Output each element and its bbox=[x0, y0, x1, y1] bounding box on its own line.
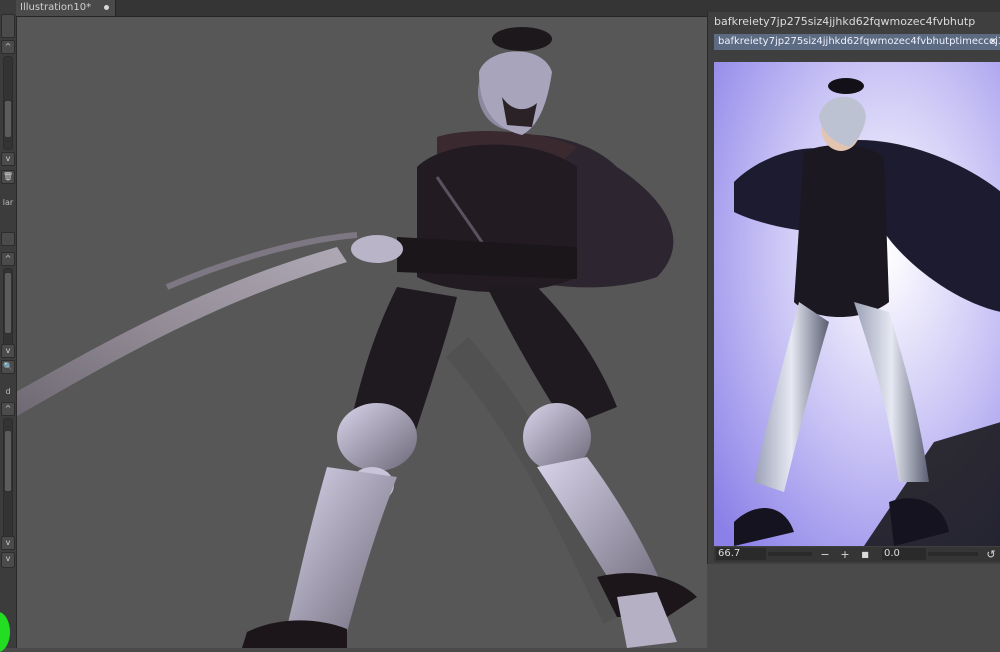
scroll-up-icon[interactable]: ^ bbox=[1, 40, 15, 54]
document-tab-label: Illustration10* bbox=[20, 2, 92, 13]
scroll-down-icon[interactable]: v bbox=[1, 152, 15, 166]
painting-artwork bbox=[17, 27, 697, 648]
trash-icon[interactable]: 🗑 bbox=[1, 170, 15, 184]
zoom-slider[interactable] bbox=[768, 552, 812, 556]
unsaved-dot-icon[interactable] bbox=[104, 5, 109, 10]
panel-label-2: d bbox=[5, 387, 11, 396]
layer-scrollbar[interactable] bbox=[3, 56, 13, 150]
zoom-input[interactable]: 66.7 bbox=[716, 548, 766, 560]
reference-tab-label: bafkreiety7jp275siz4jjhkd62fqwmozec4fvbh… bbox=[718, 36, 1000, 47]
panel-toggle-button[interactable] bbox=[1, 14, 15, 38]
tool-scrollbar[interactable] bbox=[3, 418, 13, 538]
reference-status-bar: 66.7 − + ■ 0.0 ↺ bbox=[714, 547, 1000, 562]
color-indicator[interactable] bbox=[0, 612, 10, 652]
beret-shape bbox=[492, 27, 552, 51]
zoom-out-button[interactable]: − bbox=[818, 547, 832, 562]
lock-icon[interactable] bbox=[1, 232, 15, 246]
reference-illustration bbox=[714, 62, 1000, 546]
drawing-canvas[interactable] bbox=[17, 17, 707, 648]
tab-illustration10[interactable]: Illustration10* bbox=[16, 0, 116, 16]
scrollbar-handle-3[interactable] bbox=[5, 431, 11, 491]
fit-view-button[interactable]: ■ bbox=[858, 547, 872, 562]
hand-shape bbox=[351, 235, 403, 263]
panel-label: lar bbox=[2, 198, 14, 207]
reference-panel: bafkreiety7jp275siz4jjhkd62fqwmozec4fvbh… bbox=[707, 12, 1000, 564]
rotation-slider[interactable] bbox=[928, 552, 978, 556]
scrollbar-handle[interactable] bbox=[5, 101, 11, 137]
scrollbar-handle-2[interactable] bbox=[5, 273, 11, 333]
scroll-up-icon-2[interactable]: ^ bbox=[1, 252, 15, 266]
reference-tab[interactable]: bafkreiety7jp275siz4jjhkd62fqwmozec4fvbh… bbox=[714, 34, 1000, 50]
reference-image[interactable] bbox=[714, 62, 1000, 546]
close-icon[interactable]: × bbox=[989, 34, 999, 50]
property-scrollbar[interactable] bbox=[3, 268, 13, 346]
zoom-in-button[interactable]: + bbox=[838, 547, 852, 562]
left-tool-strip: ^ v 🗑 lar ^ v 🔍 d ^ v v bbox=[0, 0, 17, 652]
left-shin bbox=[287, 467, 397, 632]
scroll-down-icon-2[interactable]: v bbox=[1, 344, 15, 358]
rotation-input[interactable]: 0.0 bbox=[882, 548, 926, 560]
ref-torso bbox=[794, 145, 889, 317]
reference-panel-title: bafkreiety7jp275siz4jjhkd62fqwmozec4fvbh… bbox=[714, 15, 976, 28]
reset-rotation-icon[interactable]: ↺ bbox=[984, 547, 998, 562]
collapse-icon[interactable]: v bbox=[1, 552, 15, 568]
scroll-up-icon-3[interactable]: ^ bbox=[1, 402, 15, 416]
search-icon[interactable]: 🔍 bbox=[1, 360, 15, 374]
blade-shape bbox=[17, 247, 347, 417]
scroll-down-icon-3[interactable]: v bbox=[1, 536, 15, 550]
